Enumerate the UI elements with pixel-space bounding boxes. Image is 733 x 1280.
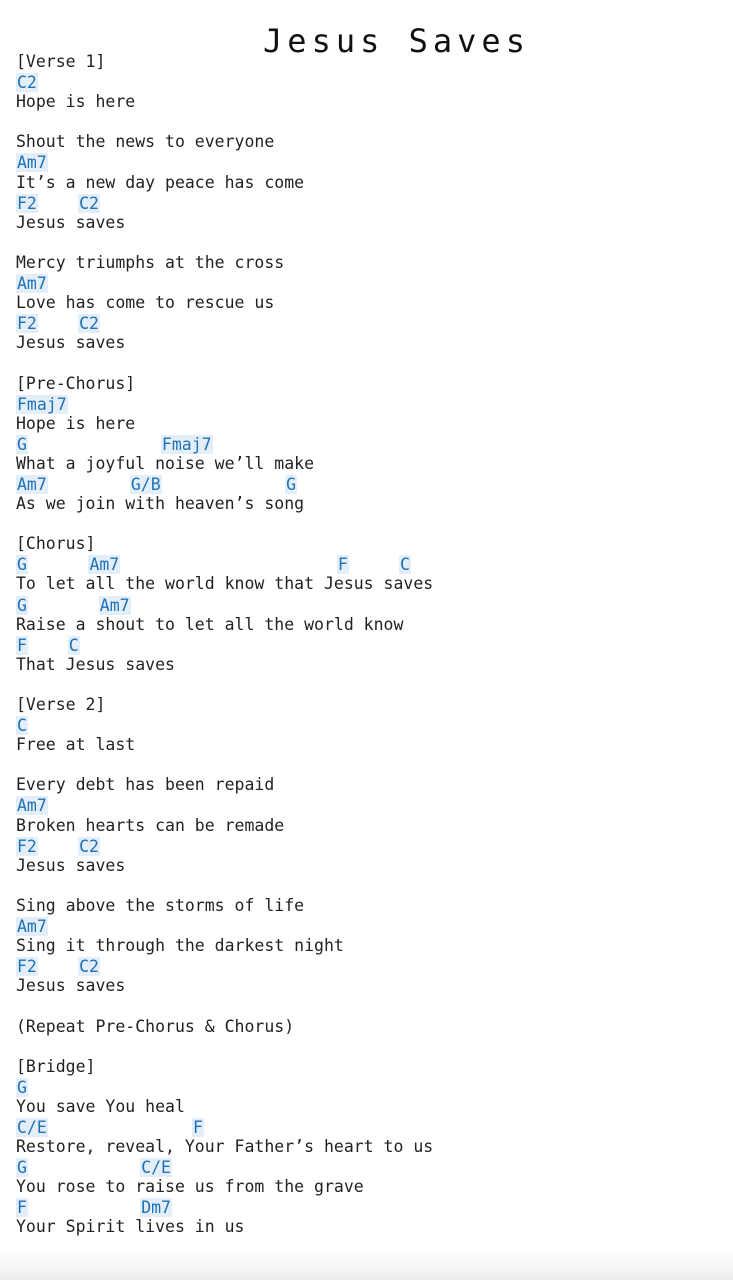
chord[interactable]: G: [16, 1158, 28, 1178]
chord[interactable]: G: [16, 1077, 28, 1097]
chord[interactable]: C2: [78, 836, 100, 856]
lyric-line: Raise a shout to let all the world know: [16, 614, 404, 634]
chord[interactable]: G: [16, 434, 28, 454]
lyric-line: (Repeat Pre-Chorus & Chorus): [16, 1016, 295, 1036]
lyric-line: Jesus saves: [16, 976, 126, 996]
chord[interactable]: Fmaj7: [16, 394, 68, 414]
chord[interactable]: C2: [78, 957, 100, 977]
chord-row: C: [16, 715, 433, 736]
lyric-line: What a joyful noise we’ll make: [16, 453, 315, 473]
chord-row: G Am7: [16, 595, 433, 615]
chord[interactable]: C2: [78, 314, 100, 334]
chord-row: Am7: [16, 916, 433, 937]
chord[interactable]: Am7: [16, 917, 48, 937]
lyric-line: Restore, reveal, Your Father’s heart to …: [16, 1137, 434, 1157]
lyric-line: Jesus saves: [16, 855, 126, 875]
chord[interactable]: F: [16, 1198, 28, 1218]
chord[interactable]: C/E: [140, 1158, 172, 1178]
chord[interactable]: G: [16, 555, 28, 575]
chord-row: G Fmaj7: [16, 434, 433, 454]
bottom-shadow: [0, 1250, 733, 1280]
lyric-line: Jesus saves: [16, 212, 126, 232]
chord[interactable]: Fmaj7: [160, 434, 213, 454]
chord[interactable]: G/B: [129, 474, 162, 494]
lyric-line: Jesus saves: [16, 333, 126, 353]
chord[interactable]: Am7: [98, 595, 131, 615]
section-label: [Verse 1]: [16, 52, 106, 71]
lyric-line: Hope is here: [16, 92, 136, 112]
chord[interactable]: G: [16, 595, 28, 615]
lyric-line: You rose to raise us from the grave: [16, 1177, 364, 1197]
lyric-line: Hope is here: [16, 413, 136, 433]
chord-row: F Dm7: [16, 1197, 433, 1218]
lyric-line: You save You heal: [16, 1096, 185, 1116]
chord[interactable]: F2: [16, 314, 38, 334]
section-label: [Pre-Chorus]: [16, 373, 136, 393]
chord[interactable]: Am7: [16, 474, 48, 494]
chord[interactable]: F: [191, 1117, 204, 1137]
lyric-line: Broken hearts can be remade: [16, 815, 285, 835]
chord-row: Am7: [16, 273, 433, 294]
chord-row: Am7: [16, 152, 433, 173]
chord[interactable]: F: [16, 635, 28, 655]
chord-row: F2 C2: [16, 956, 433, 977]
chord[interactable]: C2: [16, 73, 38, 93]
chord[interactable]: C: [16, 716, 28, 736]
chord[interactable]: F2: [16, 957, 38, 977]
chord[interactable]: F2: [16, 836, 38, 856]
chord-row: C/E F: [16, 1117, 433, 1137]
lyric-line: Your Spirit lives in us: [16, 1217, 245, 1237]
chord[interactable]: Am7: [16, 796, 48, 816]
lyric-line: Sing it through the darkest night: [16, 936, 344, 956]
chord[interactable]: Am7: [16, 153, 48, 173]
chord[interactable]: C: [398, 555, 411, 575]
chord-row: G C/E: [16, 1157, 433, 1178]
chord[interactable]: C/E: [16, 1117, 48, 1137]
lyric-line: It’s a new day peace has come: [16, 172, 305, 192]
chord[interactable]: Am7: [16, 274, 48, 294]
section-label: [Verse 2]: [16, 695, 106, 714]
chord-row: Am7 G/B G: [16, 474, 433, 494]
lyric-line: That Jesus saves: [16, 654, 175, 674]
lyric-line: Sing above the storms of life: [16, 895, 305, 915]
lyric-line: As we join with heaven’s song: [16, 494, 305, 514]
section-label: [Chorus]: [16, 534, 96, 554]
chord-row: FC: [16, 635, 433, 655]
chord-sheet: [Verse 1] C2 Hope is here Shout the news to…: [16, 52, 433, 1238]
chord[interactable]: C: [67, 635, 80, 655]
lyric-line: Free at last: [16, 735, 136, 755]
chord-row: G: [16, 1077, 433, 1097]
chord-row: F2 C2: [16, 836, 433, 856]
chord-row: G Am7 F C: [16, 554, 433, 575]
lyric-line: Every debt has been repaid: [16, 775, 275, 795]
chord[interactable]: Am7: [88, 555, 121, 575]
chord-row: F2 C2: [16, 193, 433, 213]
chord[interactable]: F: [336, 555, 349, 575]
chord[interactable]: C2: [78, 193, 100, 213]
chord-row: Am7: [16, 795, 433, 816]
chord-row: F2 C2: [16, 313, 433, 334]
chord-row: Fmaj7: [16, 394, 433, 414]
chord[interactable]: G: [285, 474, 298, 494]
chord[interactable]: F2: [16, 193, 38, 213]
chord[interactable]: Dm7: [140, 1198, 172, 1218]
lyric-line: Mercy triumphs at the cross: [16, 252, 285, 272]
lyric-line: Love has come to rescue us: [16, 293, 275, 313]
section-label: [Bridge]: [16, 1056, 96, 1076]
chord-row: C2: [16, 72, 433, 93]
lyric-line: Shout the news to everyone: [16, 132, 275, 152]
lyric-line: To let all the world know that Jesus sav…: [16, 574, 434, 594]
